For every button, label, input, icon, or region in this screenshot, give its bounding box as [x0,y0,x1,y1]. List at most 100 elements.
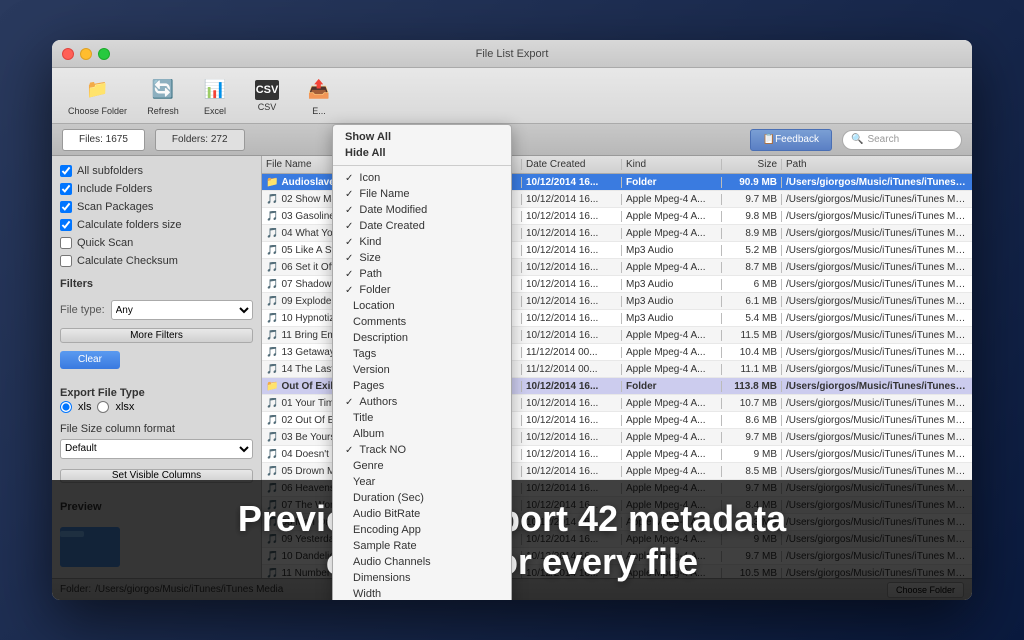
quick-scan-label: Quick Scan [77,237,133,249]
cell-path: /Users/giorgos/Music/iTunes/iTunes Media… [782,330,972,341]
cell-size: 8.5 MB [722,466,782,477]
dropdown-item[interactable]: Genre [333,458,511,474]
dropdown-item[interactable]: Duration (Sec) [333,490,511,506]
cell-size: 8.9 MB [722,228,782,239]
show-all-item[interactable]: Show All [333,129,511,145]
dropdown-item[interactable]: Album [333,426,511,442]
traffic-lights [62,48,110,60]
files-count: Files: 1675 [79,134,128,145]
cell-kind: Apple Mpeg-4 A... [622,330,722,341]
dropdown-item[interactable]: Authors [333,394,511,410]
csv-label: CSV [258,102,277,112]
close-button[interactable] [62,48,74,60]
all-subfolders-checkbox[interactable] [60,165,72,177]
dropdown-item[interactable]: Size [333,250,511,266]
search-icon: 🔍 [851,134,863,145]
feedback-button[interactable]: 📋 Feedback [750,129,832,151]
all-subfolders-label: All subfolders [77,165,143,177]
col-header-path: Path [782,159,972,170]
dropdown-item[interactable]: Dimensions [333,570,511,586]
file-icon: 🎵 [266,364,278,375]
dropdown-item[interactable]: Audio Channels [333,554,511,570]
sidebar-item-quick-scan[interactable]: Quick Scan [60,236,253,250]
size-format-select[interactable]: Default [60,439,253,459]
dropdown-item[interactable]: Icon [333,170,511,186]
file-icon: 🎵 [266,245,278,256]
dropdown-item[interactable]: Tags [333,346,511,362]
col-header-kind: Kind [622,159,722,170]
dropdown-item[interactable]: Folder [333,282,511,298]
excel-button[interactable]: 📊 Excel [193,72,237,120]
dropdown-item[interactable]: Path [333,266,511,282]
cell-path: /Users/giorgos/Music/iTunes/iTunes Media… [782,449,972,460]
hide-all-item[interactable]: Hide All [333,145,511,161]
folders-tab[interactable]: Folders: 272 [155,129,245,151]
dropdown-item[interactable]: Title [333,410,511,426]
checksum-checkbox[interactable] [60,255,72,267]
calc-folders-checkbox[interactable] [60,219,72,231]
size-format-label: File Size column format [60,423,253,435]
cell-path: /Users/giorgos/Music/iTunes/iTunes Media… [782,398,972,409]
csv-button[interactable]: CSV CSV [245,76,289,116]
files-tab[interactable]: Files: 1675 [62,129,145,151]
cell-size: 10.7 MB [722,398,782,409]
xls-radio[interactable] [60,401,72,413]
cell-kind: Apple Mpeg-4 A... [622,449,722,460]
dropdown-item[interactable]: Track NO [333,442,511,458]
refresh-button[interactable]: 🔄 Refresh [141,72,185,120]
cell-kind: Apple Mpeg-4 A... [622,432,722,443]
dropdown-item[interactable]: Sample Rate [333,538,511,554]
file-icon: 🎵 [266,211,278,222]
dropdown-divider [333,165,511,166]
file-type-label: File type: [60,304,105,316]
dropdown-item[interactable]: Comments [333,314,511,330]
dropdown-item[interactable]: Date Modified [333,202,511,218]
scan-packages-checkbox[interactable] [60,201,72,213]
cell-datecreated: 10/12/2014 16... [522,415,622,426]
dropdown-item[interactable]: Version [333,362,511,378]
dropdown-item[interactable]: Width [333,586,511,600]
file-icon: 🎵 [266,432,278,443]
cell-size: 9 MB [722,449,782,460]
cell-path: /Users/giorgos/Music/iTunes/iTunes Media… [782,211,972,222]
xlsx-radio[interactable] [97,401,109,413]
sidebar-item-include-folders[interactable]: Include Folders [60,182,253,196]
export-button[interactable]: 📤 E... [297,72,341,120]
cell-path: /Users/giorgos/Music/iTunes/iTunes Media… [782,228,972,239]
cell-kind: Folder [622,177,722,188]
dropdown-item[interactable]: Encoding App [333,522,511,538]
cell-kind: Folder [622,381,722,392]
clear-button[interactable]: Clear [60,351,120,369]
dropdown-item[interactable]: Location [333,298,511,314]
bottom-overlay: Preview and export 42 metadata columns f… [52,480,972,600]
include-folders-checkbox[interactable] [60,183,72,195]
col-header-datecreated: Date Created [522,159,622,170]
xls-label: xls [78,401,91,413]
choose-folder-button[interactable]: 📁 Choose Folder [62,72,133,120]
cell-datecreated: 10/12/2014 16... [522,245,622,256]
file-type-select[interactable]: Any [111,300,253,320]
show-all-label: Show All [345,131,391,143]
search-box[interactable]: 🔍 Search [842,130,962,150]
maximize-button[interactable] [98,48,110,60]
quick-scan-checkbox[interactable] [60,237,72,249]
sidebar-item-all-subfolders[interactable]: All subfolders [60,164,253,178]
cell-size: 9.7 MB [722,432,782,443]
dropdown-item[interactable]: File Name [333,186,511,202]
dropdown-item[interactable]: Kind [333,234,511,250]
cell-kind: Mp3 Audio [622,279,722,290]
minimize-button[interactable] [80,48,92,60]
sidebar-item-calc-folders[interactable]: Calculate folders size [60,218,253,232]
dropdown-item[interactable]: Audio BitRate [333,506,511,522]
dropdown-item[interactable]: Year [333,474,511,490]
cell-kind: Apple Mpeg-4 A... [622,347,722,358]
dropdown-item[interactable]: Pages [333,378,511,394]
cell-datecreated: 11/12/2014 00... [522,364,622,375]
sidebar-item-scan-packages[interactable]: Scan Packages [60,200,253,214]
sidebar-item-checksum[interactable]: Calculate Checksum [60,254,253,268]
cell-path: /Users/giorgos/Music/iTunes/iTunes Media… [782,432,972,443]
more-filters-button[interactable]: More Filters [60,328,253,343]
column-dropdown[interactable]: Show All Hide All IconFile NameDate Modi… [332,124,512,600]
dropdown-item[interactable]: Description [333,330,511,346]
dropdown-item[interactable]: Date Created [333,218,511,234]
